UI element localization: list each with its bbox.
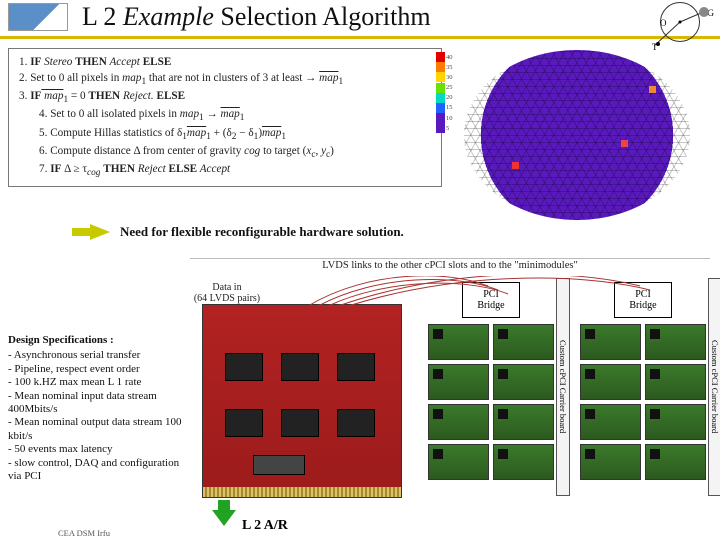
pci-column-a: PCIBridge Custom cPCI Carrier board [422, 276, 560, 500]
carrier-label: Custom cPCI Carrier board [556, 278, 570, 496]
design-specs: Design Specifications : - Asynchronous s… [8, 334, 184, 483]
pci-bridge: PCIBridge [462, 282, 520, 318]
footer: CEA DSM Irfu [58, 528, 110, 538]
title-a: L 2 [82, 2, 123, 31]
logo [8, 3, 68, 31]
page-title: L 2 Example Selection Algorithm [82, 2, 431, 32]
specs-heading: Design Specifications : [8, 334, 184, 347]
spec-item: - Mean nominal output data stream 100 kb… [8, 416, 184, 443]
spec-item: - 100 k.HZ max mean L 1 rate [8, 376, 184, 389]
spec-item: - slow control, DAQ and configuration vi… [8, 457, 184, 484]
fpga-board [202, 304, 402, 498]
header-rule [0, 36, 720, 39]
hex-circle [464, 50, 690, 220]
title-c: Selection Algorithm [214, 2, 431, 31]
data-in-label: Data in(64 LVDS pairs) [188, 282, 266, 304]
ray-inset: O G T [630, 2, 714, 56]
pci-bridge: PCIBridge [614, 282, 672, 318]
pci-column-b: PCIBridge Custom cPCI Carrier board [574, 276, 712, 500]
hardware-diagram: Data in(64 LVDS pairs) PCIBridge Custom … [188, 276, 718, 528]
spec-item: - Asynchronous serial transfer [8, 349, 184, 362]
algorithm-box: 1. IF Stereo THEN Accept ELSE 2. Set to … [8, 48, 442, 187]
ray-lines [630, 2, 714, 56]
need-text: Need for flexible reconfigurable hardwar… [120, 224, 404, 240]
need-arrow: Need for flexible reconfigurable hardwar… [72, 224, 404, 240]
spec-item: - Mean nominal input data stream 400Mbit… [8, 390, 184, 417]
hex-camera-plot: 403530252015105 [438, 50, 718, 220]
lvds-label: LVDS links to the other cPCI slots and t… [190, 258, 710, 271]
spec-item: - 50 events max latency [8, 443, 184, 456]
l2ar-label: L 2 A/R [242, 518, 288, 534]
title-b: Example [123, 2, 214, 31]
spec-item: - Pipeline, respect event order [8, 363, 184, 376]
l2ar-arrow [212, 500, 236, 526]
color-scale: 403530252015105 [436, 52, 454, 134]
carrier-label: Custom cPCI Carrier board [708, 278, 720, 496]
